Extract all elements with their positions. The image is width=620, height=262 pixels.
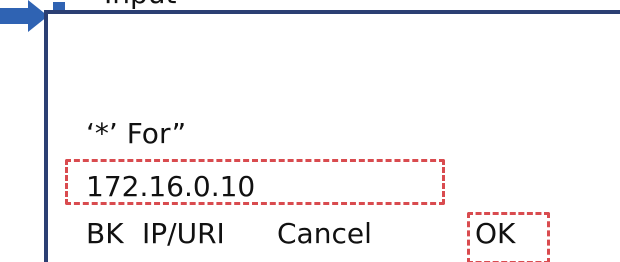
- arrow-right-icon: [0, 0, 48, 32]
- top-partial-label: Input: [104, 0, 177, 8]
- softkey-ip-uri[interactable]: IP/URI: [142, 220, 225, 248]
- softkey-cancel[interactable]: Cancel: [277, 220, 372, 248]
- display-stage: Input ‘*’ For” 172.16.0.10 BK IP/URI Can…: [0, 0, 620, 262]
- ip-address-field[interactable]: 172.16.0.10: [86, 173, 255, 201]
- softkey-bk[interactable]: BK: [86, 220, 124, 248]
- ok-highlight: [467, 212, 550, 262]
- input-prompt: ‘*’ For”: [86, 117, 187, 150]
